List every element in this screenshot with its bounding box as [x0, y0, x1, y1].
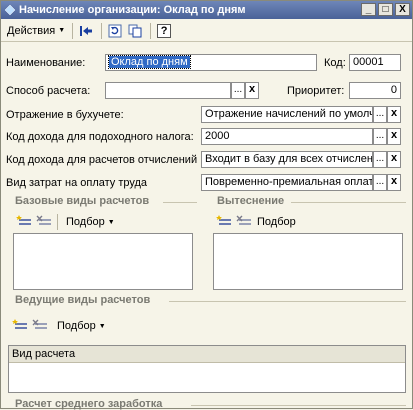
leading-pick-label: Подбор [57, 320, 96, 332]
add-row-icon[interactable] [15, 213, 33, 231]
method-label: Способ расчета: [6, 85, 91, 97]
cost-type-field[interactable]: Повременно-премиальная оплата [201, 174, 373, 191]
displace-pick-button[interactable]: Подбор [257, 216, 296, 228]
section-divider [163, 202, 197, 203]
cost-type-label: Вид затрат на оплату труда [6, 177, 148, 189]
delete-row-icon[interactable] [235, 213, 253, 231]
add-row-icon[interactable] [215, 213, 233, 231]
income-code-clear-button[interactable]: x [387, 128, 401, 145]
refresh-icon[interactable] [106, 22, 124, 40]
column-header-calc-type[interactable]: Вид расчета [9, 346, 405, 363]
base-section-title: Базовые виды расчетов [15, 195, 150, 207]
accounting-select-button[interactable]: ... [373, 106, 387, 123]
method-clear-button[interactable]: x [245, 82, 259, 99]
section-divider [291, 202, 406, 203]
delete-row-icon[interactable] [35, 213, 53, 231]
name-field[interactable]: Оклад по дням [105, 54, 317, 71]
window-title: Начисление организации: Оклад по дням [19, 4, 246, 16]
leading-table[interactable]: Вид расчета [8, 345, 406, 393]
dialog-window: Начисление организации: Оклад по дням _ … [0, 0, 413, 410]
help-icon[interactable]: ? [155, 22, 173, 40]
deduction-code-label: Код дохода для расчетов отчислений... [6, 154, 198, 166]
leading-pick-button[interactable]: Подбор ▼ [57, 320, 106, 332]
toolbar-separator [150, 22, 152, 39]
name-value: Оклад по дням [108, 55, 191, 69]
displace-toolbar: Подбор [215, 213, 296, 231]
section-divider [191, 405, 406, 406]
section-divider [169, 301, 406, 302]
displace-pick-label: Подбор [257, 216, 296, 228]
average-section-title: Расчет среднего заработка [15, 398, 163, 410]
app-icon [5, 5, 15, 15]
deduction-code-clear-button[interactable]: x [387, 151, 401, 168]
name-label: Наименование: [6, 57, 86, 69]
base-pick-label: Подбор [66, 216, 105, 228]
income-code-label: Код дохода для подоходного налога: [6, 131, 194, 143]
maximize-button[interactable]: □ [378, 3, 393, 16]
income-code-field[interactable]: 2000 [201, 128, 373, 145]
chevron-down-icon: ▼ [58, 27, 66, 34]
minimize-button[interactable]: _ [361, 3, 376, 16]
chevron-down-icon: ▼ [98, 322, 106, 330]
toolbar-separator [57, 214, 58, 230]
deduction-code-field[interactable]: Входит в базу для всех отчислени [201, 151, 373, 168]
chevron-down-icon: ▼ [107, 218, 115, 226]
close-button[interactable]: X [395, 3, 410, 16]
deduction-code-select-button[interactable]: ... [373, 151, 387, 168]
toolbar-separator [101, 22, 103, 39]
toolbar: Действия ▼ ? [1, 20, 412, 42]
accounting-label: Отражение в бухучете: [6, 109, 124, 121]
displace-list[interactable] [213, 233, 403, 290]
delete-row-icon[interactable] [31, 317, 49, 335]
method-field[interactable] [105, 82, 231, 99]
accounting-clear-button[interactable]: x [387, 106, 401, 123]
help-glyph: ? [160, 24, 168, 37]
toolbar-separator [72, 22, 74, 39]
priority-label: Приоритет: [287, 85, 345, 97]
code-label: Код: [324, 57, 346, 69]
actions-label: Действия [7, 24, 56, 37]
priority-field[interactable]: 0 [349, 82, 401, 99]
actions-menu[interactable]: Действия ▼ [4, 22, 68, 40]
income-code-select-button[interactable]: ... [373, 128, 387, 145]
base-list[interactable] [13, 233, 193, 290]
code-field[interactable]: 00001 [349, 54, 401, 71]
cost-type-clear-button[interactable]: x [387, 174, 401, 191]
displace-section-title: Вытеснение [217, 195, 285, 207]
leading-toolbar: Подбор ▼ [11, 317, 106, 335]
leading-section-title: Ведущие виды расчетов [15, 294, 151, 306]
method-select-button[interactable]: ... [231, 82, 245, 99]
accounting-field[interactable]: Отражение начислений по умолча [201, 106, 373, 123]
base-toolbar: Подбор ▼ [15, 213, 115, 231]
base-pick-button[interactable]: Подбор ▼ [66, 216, 115, 228]
add-row-icon[interactable] [11, 317, 29, 335]
title-bar[interactable]: Начисление организации: Оклад по дням _ … [1, 1, 412, 19]
copy-icon[interactable] [126, 22, 144, 40]
cost-type-select-button[interactable]: ... [373, 174, 387, 191]
arrow-left-icon[interactable] [77, 22, 95, 40]
